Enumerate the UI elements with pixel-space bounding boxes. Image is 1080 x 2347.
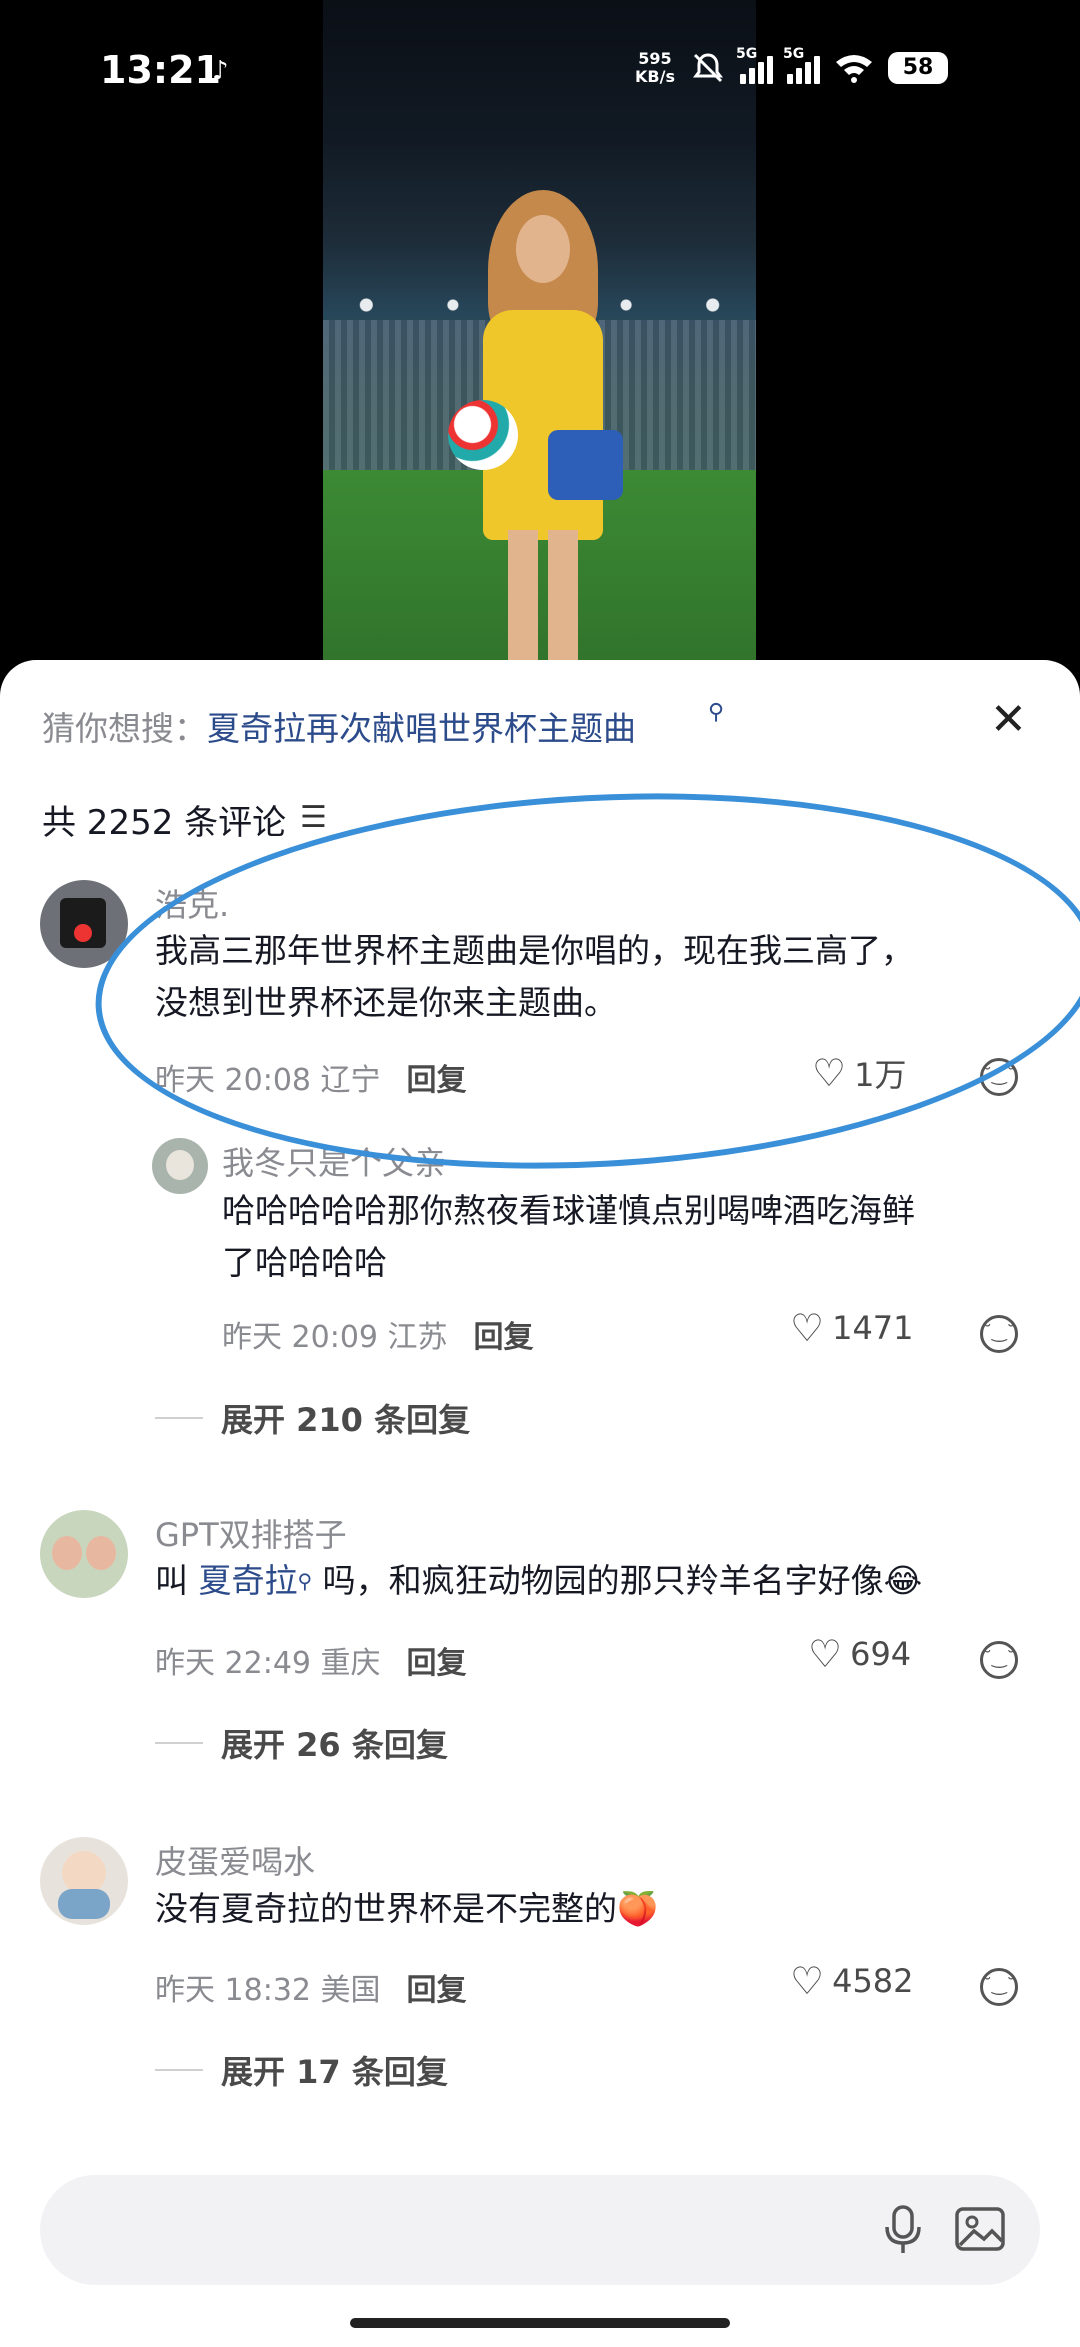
avatar[interactable] (40, 1837, 128, 1925)
like-button[interactable]: ♡ 1471 (790, 1306, 914, 1350)
reply-button[interactable]: 回复 (474, 1320, 534, 1355)
like-button[interactable]: ♡ 694 (808, 1632, 911, 1676)
reply-text-line: 哈哈哈哈哈那你熬夜看球谨慎点别喝啤酒吃海鲜 (222, 1191, 915, 1230)
comment-time: 昨天 22:49 重庆 (155, 1646, 381, 1681)
reply-time: 昨天 20:09 江苏 (222, 1320, 448, 1355)
comment-text-suffix: 吗，和疯狂动物园的那只羚羊名字好像 (312, 1561, 884, 1600)
signal-icon: 5G (783, 46, 820, 84)
comment-author[interactable]: 皮蛋爱喝水 (155, 1837, 315, 1883)
comment-time: 昨天 18:32 美国 (155, 1973, 381, 2008)
like-count: 1471 (832, 1309, 914, 1347)
singer-figure (448, 190, 623, 700)
search-icon: ⚲ (708, 700, 725, 725)
tiktok-icon: ♪ (212, 56, 229, 86)
like-count: 4582 (832, 1962, 914, 2000)
image-icon[interactable] (952, 2201, 1008, 2257)
status-icons: 5G 5G 58 (690, 46, 948, 86)
comment-input-bar[interactable] (40, 2175, 1040, 2285)
reply-button[interactable]: 回复 (407, 1973, 467, 2008)
expand-replies-button[interactable]: 展开 210 条回复 (155, 1395, 470, 1441)
comment-text-line: 没有夏奇拉的世界杯是不完整的 (155, 1889, 617, 1928)
speed-value: 595 (638, 49, 672, 68)
divider (155, 2069, 203, 2071)
laugh-cry-emoji-icon: 😂 (883, 1561, 923, 1600)
signal-icon: 5G (736, 46, 773, 84)
close-button[interactable]: ✕ (990, 698, 1027, 742)
avatar[interactable] (152, 1138, 208, 1194)
suggest-prefix: 猜你想搜： (42, 709, 207, 748)
status-bar: 13:21 ♪ 595 KB/s 5G 5G 58 (0, 0, 1080, 150)
status-time: 13:21 (100, 48, 221, 92)
comment-meta: 昨天 22:49 重庆 回复 (155, 1638, 467, 1682)
dislike-icon[interactable]: ˘‿˘ (980, 1058, 1018, 1096)
avatar[interactable] (40, 880, 128, 968)
face (516, 215, 570, 283)
like-button[interactable]: ♡ 1万 (812, 1050, 906, 1096)
comment-author[interactable]: 浩克. (155, 880, 229, 926)
suggest-term[interactable]: 夏奇拉再次献唱世界杯主题曲 (207, 709, 636, 748)
football (448, 400, 518, 470)
comment-meta: 昨天 20:08 辽宁 回复 (155, 1055, 467, 1099)
expand-replies-button[interactable]: 展开 17 条回复 (155, 2047, 448, 2093)
comment-text-line: 没想到世界杯还是你来主题曲。 (155, 983, 617, 1022)
comment-text-line: 我高三那年世界杯主题曲是你唱的，现在我三高了， (155, 931, 914, 970)
reply-text-line: 了哈哈哈哈 (222, 1243, 387, 1282)
speed-unit: KB/s (635, 67, 675, 86)
microphone-icon[interactable] (875, 2201, 931, 2257)
mute-bell-icon (693, 53, 723, 83)
comment-count: 共 2252 条评论 (42, 803, 287, 843)
network-speed: 595 KB/s (635, 50, 675, 86)
dislike-icon[interactable]: ˘‿˘ (980, 1641, 1018, 1679)
battery-icon: 58 (888, 52, 948, 84)
like-count: 1万 (854, 1056, 907, 1094)
comment-sheet: 猜你想搜：夏奇拉再次献唱世界杯主题曲 ⚲ ✕ 共 2252 条评论 ☰ 浩克. … (0, 660, 1080, 2347)
dislike-icon[interactable]: ˘‿˘ (980, 1968, 1018, 2006)
comment-author[interactable]: GPT双排搭子 (155, 1510, 347, 1556)
expand-replies-button[interactable]: 展开 26 条回复 (155, 1720, 448, 1766)
like-button[interactable]: ♡ 4582 (790, 1959, 914, 2003)
comment-text: 叫 夏奇拉⚲ 吗，和疯狂动物园的那只羚羊名字好像😂 (155, 1555, 1035, 1607)
heart-icon: ♡ (790, 1959, 825, 2003)
expand-label: 展开 26 条回复 (221, 1726, 448, 1764)
heart-icon: ♡ (790, 1306, 825, 1350)
search-icon: ⚲ (297, 1569, 313, 1593)
network-type-1: 5G (736, 46, 758, 62)
heart-icon: ♡ (808, 1632, 843, 1676)
dislike-icon[interactable]: ˘‿˘ (980, 1315, 1018, 1353)
avatar[interactable] (40, 1510, 128, 1598)
divider (155, 1417, 203, 1419)
reply-text: 哈哈哈哈哈那你熬夜看球谨慎点别喝啤酒吃海鲜 了哈哈哈哈 (222, 1185, 1032, 1289)
blue-shorts (548, 430, 623, 500)
search-link[interactable]: 夏奇拉 (199, 1561, 298, 1600)
heart-icon: ♡ (812, 1051, 847, 1095)
expand-label: 展开 17 条回复 (221, 2053, 448, 2091)
reply-author[interactable]: 我冬只是个父亲 (222, 1138, 446, 1184)
comment-meta: 昨天 18:32 美国 回复 (155, 1965, 467, 2009)
expand-label: 展开 210 条回复 (221, 1401, 471, 1439)
network-type-2: 5G (783, 46, 805, 62)
reply-button[interactable]: 回复 (407, 1646, 467, 1681)
comment-text-prefix: 叫 (155, 1561, 199, 1600)
comment-time: 昨天 20:08 辽宁 (155, 1063, 381, 1098)
divider (155, 1742, 203, 1744)
home-indicator[interactable] (350, 2318, 730, 2328)
sort-icon[interactable]: ☰ (300, 800, 327, 835)
reply-meta: 昨天 20:09 江苏 回复 (222, 1312, 534, 1356)
search-suggestion[interactable]: 猜你想搜：夏奇拉再次献唱世界杯主题曲 (42, 702, 636, 750)
reply-button[interactable]: 回复 (407, 1063, 467, 1098)
like-count: 694 (850, 1635, 912, 1673)
comment-text: 我高三那年世界杯主题曲是你唱的，现在我三高了， 没想到世界杯还是你来主题曲。 (155, 925, 1035, 1029)
comment-text: 没有夏奇拉的世界杯是不完整的🍑 (155, 1883, 1035, 1935)
wifi-icon (836, 55, 872, 83)
peach-emoji-icon: 🍑 (617, 1889, 659, 1928)
